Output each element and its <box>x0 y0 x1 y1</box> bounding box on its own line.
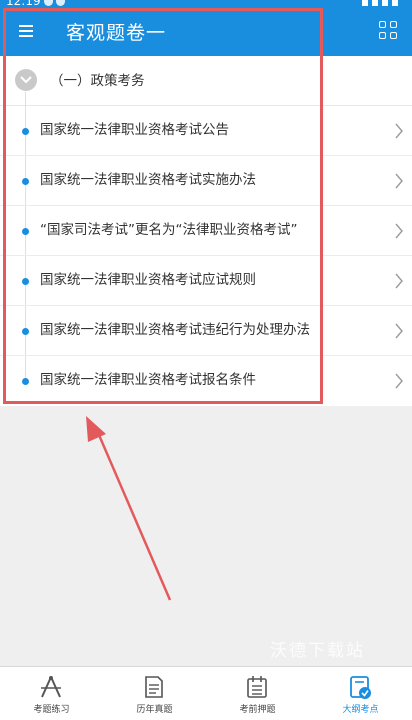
tab-past-papers[interactable]: 历年真题 <box>103 667 206 720</box>
notepad-icon <box>247 676 267 698</box>
tab-label: 考题练习 <box>33 705 70 715</box>
bottom-tab-bar: 考题练习 历年真题 考前押题 大纲考点 <box>0 666 412 720</box>
compass-ruler-icon <box>41 676 61 698</box>
tab-label: 考前押题 <box>239 705 276 715</box>
tab-syllabus-points[interactable]: 大纲考点 <box>309 667 412 720</box>
watermark: 沃德下载站 <box>270 641 365 661</box>
tab-label: 历年真题 <box>136 705 173 715</box>
tab-label: 大纲考点 <box>342 705 379 715</box>
document-icon <box>145 676 163 698</box>
outline-check-icon <box>350 676 371 699</box>
tab-exam-practice[interactable]: 考题练习 <box>0 667 103 720</box>
tab-predicted-questions[interactable]: 考前押题 <box>206 667 309 720</box>
annotation-arrow-icon <box>86 416 172 601</box>
